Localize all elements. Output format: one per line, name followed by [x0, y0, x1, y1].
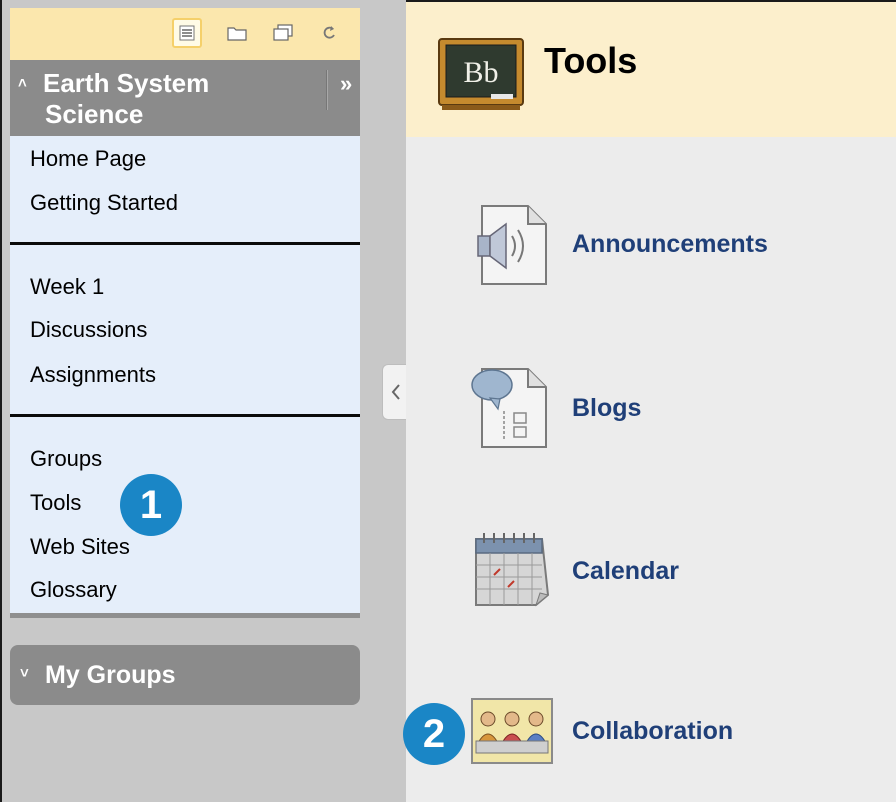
- menu-divider: [10, 242, 360, 245]
- calendar-icon: [470, 529, 554, 613]
- tool-calendar[interactable]: Calendar: [470, 529, 890, 619]
- tool-announcements[interactable]: Announcements: [470, 202, 890, 292]
- menu-item-week-1[interactable]: Week 1: [30, 274, 104, 300]
- menu-item-groups[interactable]: Groups: [30, 446, 102, 472]
- expand-menu-icon[interactable]: »: [340, 68, 352, 99]
- course-title: Earth System Science: [43, 68, 293, 130]
- collapse-caret-icon[interactable]: ˄: [18, 68, 27, 99]
- menu-item-glossary[interactable]: Glossary: [30, 577, 117, 603]
- blackboard-logo-icon: Bb: [436, 36, 526, 117]
- tool-label[interactable]: Collaboration: [572, 717, 733, 746]
- tools-list: Announcements Blogs Calendar Collaborati…: [406, 137, 896, 802]
- collapse-sidebar-tab[interactable]: [382, 364, 408, 420]
- course-title-line2: Science: [45, 99, 144, 129]
- course-title-header[interactable]: ˄ Earth System Science »: [10, 60, 360, 136]
- tool-label[interactable]: Announcements: [572, 230, 768, 259]
- tool-blogs[interactable]: Blogs: [470, 365, 890, 455]
- folder-view-icon[interactable]: [222, 18, 252, 48]
- course-title-line1: Earth System: [43, 68, 210, 98]
- header-separator: [326, 70, 328, 110]
- menu-item-home-page[interactable]: Home Page: [30, 146, 146, 172]
- collaboration-icon: [470, 697, 554, 781]
- menu-item-assignments[interactable]: Assignments: [30, 362, 156, 388]
- page-title: Tools: [544, 40, 638, 81]
- refresh-icon[interactable]: [314, 18, 344, 48]
- course-menu: Home Page Getting Started Week 1 Discuss…: [10, 136, 360, 618]
- course-menu-panel: ˄ Earth System Science » Home Page Getti…: [0, 0, 408, 802]
- announcements-icon: [470, 202, 554, 286]
- menu-item-web-sites[interactable]: Web Sites: [30, 534, 130, 560]
- page-header: Bb Tools: [406, 0, 896, 137]
- logo-text: Bb: [463, 56, 498, 89]
- tool-label[interactable]: Calendar: [572, 557, 679, 586]
- tool-label[interactable]: Blogs: [572, 394, 641, 423]
- new-window-icon[interactable]: [268, 18, 298, 48]
- callout-badge-2: 2: [403, 703, 465, 765]
- callout-badge-1: 1: [120, 474, 182, 536]
- callout-number: 2: [422, 711, 446, 756]
- chevron-left-icon: [391, 384, 400, 400]
- list-view-icon[interactable]: [172, 18, 202, 48]
- my-groups-label: My Groups: [45, 661, 176, 689]
- menu-item-discussions[interactable]: Discussions: [30, 317, 147, 343]
- callout-number: 1: [139, 482, 163, 527]
- tool-collaboration[interactable]: Collaboration: [470, 697, 890, 787]
- my-groups-header[interactable]: ˅ My Groups: [10, 645, 360, 705]
- blogs-icon: [470, 365, 554, 449]
- menu-divider: [10, 414, 360, 417]
- course-menu-toolbar: [10, 8, 360, 60]
- menu-item-tools[interactable]: Tools: [30, 490, 81, 516]
- expand-caret-icon[interactable]: ˅: [20, 665, 29, 682]
- menu-item-getting-started[interactable]: Getting Started: [30, 190, 178, 216]
